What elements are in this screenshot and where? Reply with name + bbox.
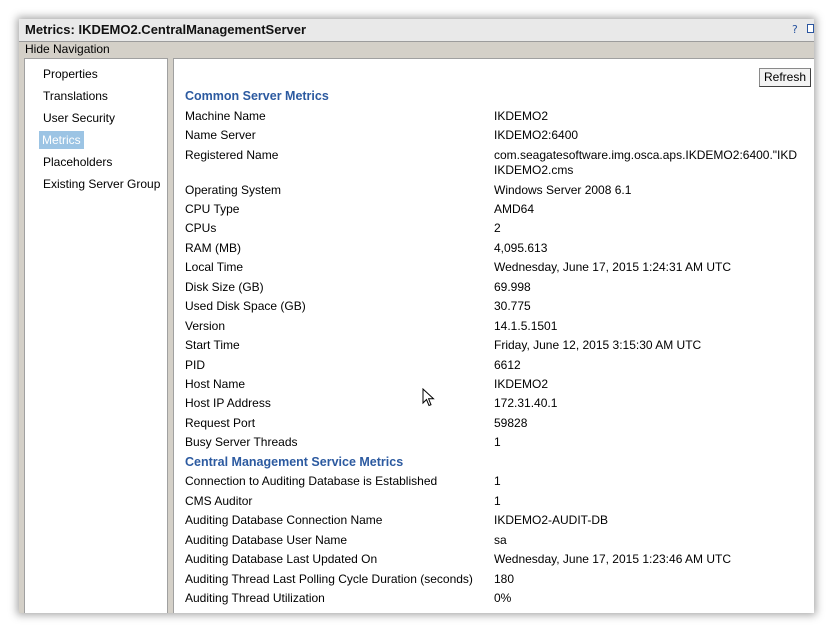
metric-label: Local Time (185, 260, 244, 274)
metric-value: 0% (494, 591, 512, 605)
metric-value: 172.31.40.1 (494, 396, 558, 410)
metric-value: 59828 (494, 416, 528, 430)
metric-label: Name Server (185, 128, 256, 142)
metric-label: CPUs (185, 221, 217, 235)
navigation-panel: Properties Translations User Security Me… (24, 58, 168, 613)
metric-value: 1 (494, 435, 501, 449)
metric-label: Auditing Thread Utilization (185, 591, 325, 605)
metric-label: Auditing Database Connection Name (185, 513, 383, 527)
metric-label: Busy Server Threads (185, 435, 298, 449)
metric-label: CPU Type (185, 202, 240, 216)
metric-label: Auditing Database User Name (185, 533, 348, 547)
metric-label: Host Name (185, 377, 246, 391)
title-bar: Metrics: IKDEMO2.CentralManagementServer… (19, 19, 814, 42)
metric-label: Registered Name (185, 148, 279, 162)
metric-label: Request Port (185, 416, 256, 430)
metric-label: RAM (MB) (185, 241, 241, 255)
nav-item-user-security[interactable]: User Security (40, 109, 118, 127)
metric-label: Disk Size (GB) (185, 280, 264, 294)
metric-value: 4,095.613 (494, 241, 548, 255)
nav-item-translations[interactable]: Translations (40, 87, 111, 105)
metrics-window: Metrics: IKDEMO2.CentralManagementServer… (19, 19, 814, 613)
metric-label: Start Time (185, 338, 240, 352)
metric-value-continued: IKDEMO2.cms (494, 163, 574, 177)
metric-value: IKDEMO2-AUDIT-DB (494, 513, 609, 527)
metric-value: IKDEMO2 (494, 109, 549, 123)
metric-value: sa (494, 533, 507, 547)
cms-metrics-heading: Central Management Service Metrics (185, 455, 404, 469)
nav-item-placeholders[interactable]: Placeholders (40, 153, 115, 171)
nav-item-metrics[interactable]: Metrics (39, 131, 84, 149)
metric-value: 14.1.5.1501 (494, 319, 558, 333)
metric-value: IKDEMO2:6400 (494, 128, 579, 142)
metric-value: 180 (494, 572, 515, 586)
metric-value: AMD64 (494, 202, 535, 216)
metric-label: Version (185, 319, 226, 333)
metric-label: Auditing Database Last Updated On (185, 552, 378, 566)
metric-value: Wednesday, June 17, 2015 1:24:31 AM UTC (494, 260, 732, 274)
metric-label: Connection to Auditing Database is Estab… (185, 474, 438, 488)
metric-value: 1 (494, 494, 501, 508)
metric-value: IKDEMO2 (494, 377, 549, 391)
metric-value: com.seagatesoftware.img.osca.aps.IKDEMO2… (494, 148, 798, 162)
metric-value: 6612 (494, 358, 521, 372)
hide-navigation-link[interactable]: Hide Navigation (25, 42, 110, 56)
metric-label: PID (185, 358, 206, 372)
refresh-button[interactable]: Refresh (759, 68, 811, 87)
metric-value: 2 (494, 221, 501, 235)
metric-value: Windows Server 2008 6.1 (494, 183, 632, 197)
metrics-panel: Refresh Common Server Metrics Machine Na… (173, 58, 814, 613)
restore-icon[interactable] (807, 24, 814, 33)
metric-value: 1 (494, 474, 501, 488)
nav-item-properties[interactable]: Properties (40, 65, 101, 83)
help-icon[interactable]: ? (792, 23, 798, 36)
metric-value: 30.775 (494, 299, 531, 313)
metric-label: CMS Auditor (185, 494, 253, 508)
window-title: Metrics: IKDEMO2.CentralManagementServer (25, 22, 307, 37)
common-server-metrics-heading: Common Server Metrics (185, 89, 329, 103)
nav-item-existing-server-group[interactable]: Existing Server Group (40, 175, 163, 193)
metric-label: Host IP Address (185, 396, 271, 410)
metric-value: Friday, June 12, 2015 3:15:30 AM UTC (494, 338, 702, 352)
metric-value: 69.998 (494, 280, 531, 294)
mouse-pointer-icon (422, 388, 435, 407)
metric-label: Machine Name (185, 109, 266, 123)
metric-label: Used Disk Space (GB) (185, 299, 306, 313)
metric-label: Auditing Thread Last Polling Cycle Durat… (185, 572, 473, 586)
metric-value: Wednesday, June 17, 2015 1:23:46 AM UTC (494, 552, 732, 566)
metric-label: Operating System (185, 183, 282, 197)
